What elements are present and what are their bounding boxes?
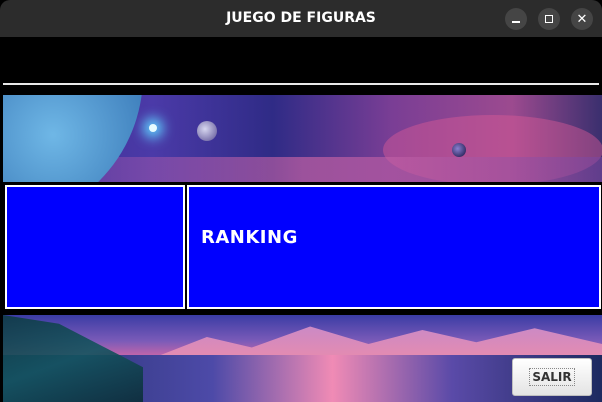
ranking-main-panel: RANKING [187,185,601,309]
ranking-panel-row: RANKING [3,183,602,313]
close-icon: ✕ [576,11,588,27]
titlebar[interactable]: JUEGO DE FIGURAS ✕ [0,0,602,37]
maximize-button[interactable] [538,8,560,30]
ranking-side-panel [5,185,185,309]
minimize-button[interactable] [505,8,527,30]
minimize-icon [512,21,520,23]
header-bar [0,37,602,83]
exit-button-label: SALIR [529,368,575,386]
moon-small-graphic [452,143,466,157]
ranking-heading: RANKING [201,227,298,248]
close-button[interactable]: ✕ [571,8,593,30]
moon-graphic [197,121,217,141]
exit-button[interactable]: SALIR [512,358,592,396]
star-glow [149,124,157,132]
maximize-icon [545,15,553,23]
palm-trees-graphic [3,315,143,402]
app-window: JUEGO DE FIGURAS ✕ RANKING SALIR [0,0,602,402]
space-banner-image [3,95,602,182]
mountains-graphic [153,326,602,358]
spacer [0,85,602,95]
